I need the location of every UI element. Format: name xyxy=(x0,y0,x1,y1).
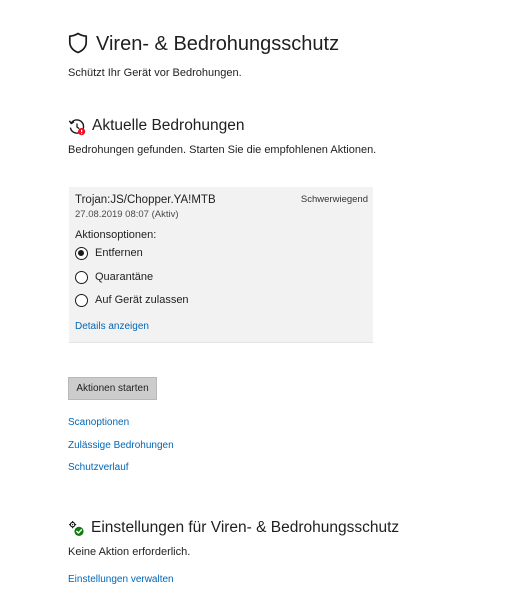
start-actions-button[interactable]: Aktionen starten xyxy=(68,377,157,400)
allowed-threats-link[interactable]: Zulässige Bedrohungen xyxy=(68,440,174,452)
radio-unchecked-icon[interactable] xyxy=(75,270,88,284)
scan-options-link[interactable]: Scanoptionen xyxy=(68,417,129,429)
page-title: Viren- & Bedrohungsschutz xyxy=(96,33,340,55)
page-subtitle: Schützt Ihr Gerät vor Bedrohungen. xyxy=(68,67,242,79)
threat-card: Trojan:JS/Chopper.YA!MTB 27.08.2019 08:0… xyxy=(69,187,373,343)
current-threats-description: Bedrohungen gefunden. Starten Sie die em… xyxy=(68,144,377,156)
option-quarantine-label: Quarantäne xyxy=(95,271,154,283)
threat-name: Trojan:JS/Chopper.YA!MTB xyxy=(75,194,216,206)
option-allow-label: Auf Gerät zulassen xyxy=(95,294,189,306)
protection-history-link[interactable]: Schutzverlauf xyxy=(68,462,129,474)
option-remove-radio[interactable]: Entfernen xyxy=(75,245,143,261)
manage-settings-link[interactable]: Einstellungen verwalten xyxy=(68,574,174,586)
details-link[interactable]: Details anzeigen xyxy=(75,321,149,333)
radio-checked-icon[interactable] xyxy=(75,246,88,260)
action-options-label: Aktionsoptionen: xyxy=(75,229,157,241)
radio-unchecked-icon[interactable] xyxy=(75,293,88,307)
option-allow-radio[interactable]: Auf Gerät zulassen xyxy=(75,292,189,308)
threat-history-icon xyxy=(68,118,86,136)
current-threats-title: Aktuelle Bedrohungen xyxy=(92,117,245,134)
settings-description: Keine Aktion erforderlich. xyxy=(68,546,191,558)
option-quarantine-radio[interactable]: Quarantäne xyxy=(75,269,153,285)
shield-icon xyxy=(68,32,88,54)
option-remove-label: Entfernen xyxy=(95,247,143,259)
settings-title: Einstellungen für Viren- & Bedrohungssch… xyxy=(91,519,400,536)
settings-gear-icon xyxy=(68,520,86,538)
threat-date: 27.08.2019 08:07 (Aktiv) xyxy=(75,209,179,220)
threat-severity-badge: Schwerwiegend xyxy=(300,194,368,205)
